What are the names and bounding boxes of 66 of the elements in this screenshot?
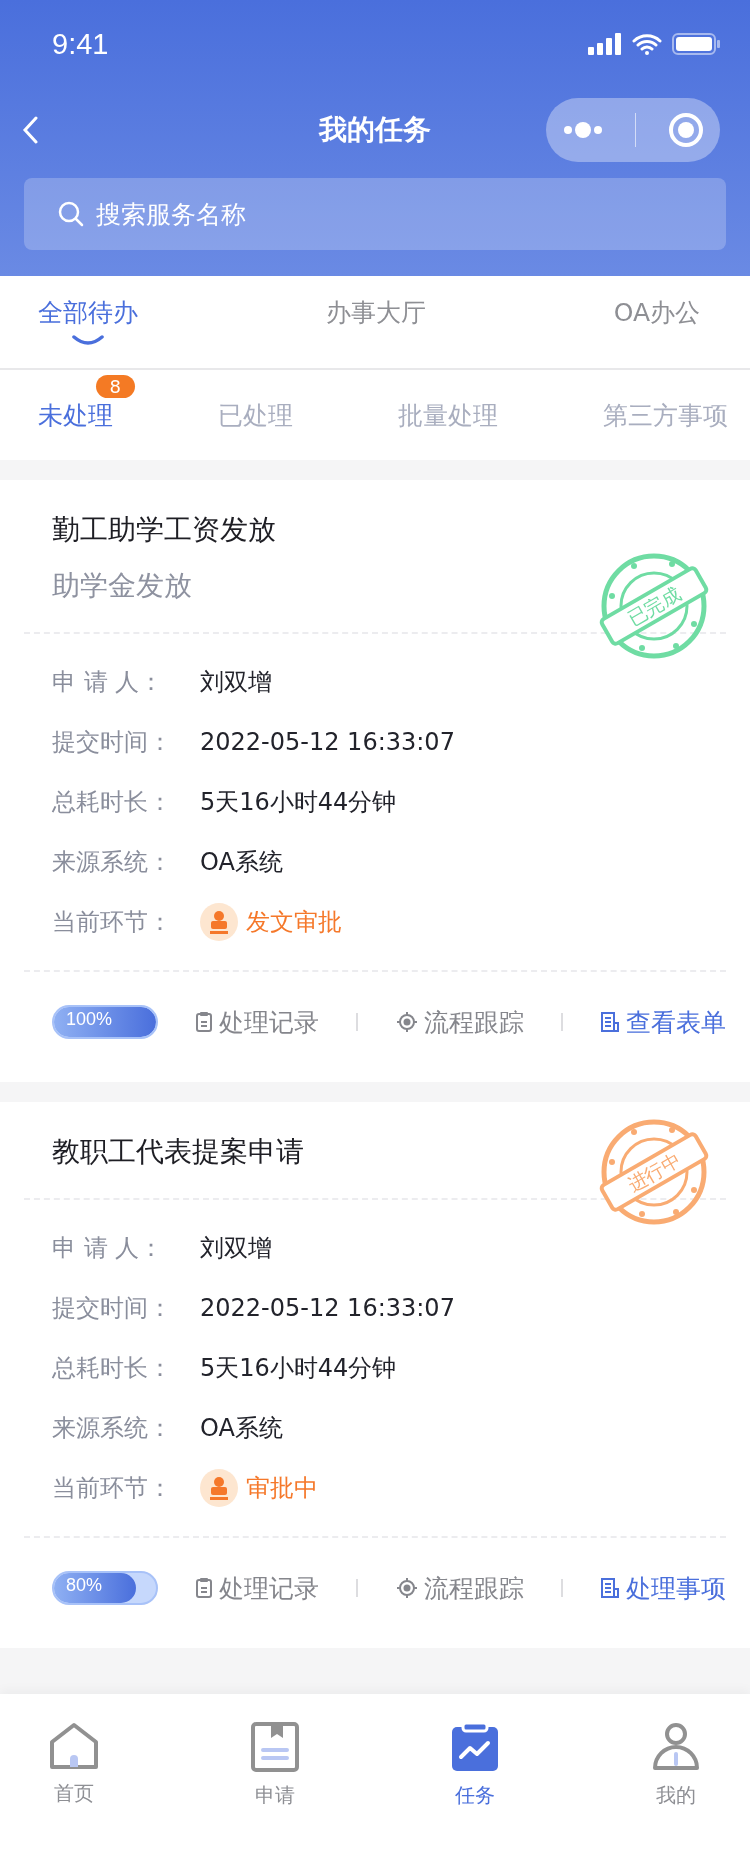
task-title: 勤工助学工资发放 [52, 512, 276, 548]
field-label: 来源系统： [52, 1413, 173, 1444]
document-icon [599, 1011, 620, 1033]
progress-label: 80% [66, 1575, 103, 1596]
clipboard-icon [195, 1011, 214, 1033]
filter-tab[interactable]: 批量处理 [398, 398, 498, 432]
field-value: OA系统 [200, 1413, 283, 1444]
field-value: 刘双增 [200, 1233, 272, 1264]
document-icon [599, 1577, 620, 1599]
clipboard-chart-icon [451, 1722, 500, 1772]
home-icon [49, 1722, 99, 1770]
clipboard-icon [195, 1577, 214, 1599]
tab[interactable]: 办事大厅 [325, 276, 426, 329]
field-value: 5天16小时44分钟 [200, 1353, 397, 1384]
target-icon [395, 1011, 418, 1033]
action-link[interactable]: 处理事项 [599, 1571, 726, 1605]
field-value: 2022-05-12 16:33:07 [200, 1294, 455, 1322]
notebook-icon [250, 1722, 299, 1772]
step-value: 审批中 [246, 1473, 318, 1504]
action-link[interactable]: 处理记录 [195, 1571, 320, 1605]
field-label: 总耗时长： [52, 787, 173, 818]
more-icon[interactable] [561, 121, 604, 139]
action-link[interactable]: 流程跟踪 [395, 1571, 524, 1605]
progress-label: 100% [66, 1009, 113, 1030]
task-title: 教职工代表提案申请 [52, 1134, 304, 1170]
field-value: 5天16小时44分钟 [200, 787, 397, 818]
stamp-person-icon [200, 1469, 238, 1507]
target-icon [395, 1577, 418, 1599]
nav-item[interactable]: 首页 [38, 1722, 110, 1807]
nav-item[interactable]: 申请 [238, 1722, 311, 1809]
signal-icon [588, 33, 622, 55]
task-subtitle: 助学金发放 [52, 568, 192, 604]
field-label: 提交时间： [52, 1293, 173, 1324]
field-label: 当前环节： [52, 907, 173, 938]
wifi-icon [632, 33, 662, 55]
back-icon[interactable] [22, 116, 38, 144]
field-label: 提交时间： [52, 727, 173, 758]
page-title: 我的任务 [319, 112, 431, 148]
nav-item[interactable]: 任务 [439, 1722, 512, 1809]
count-badge: 8 [95, 374, 135, 398]
field-value: OA系统 [200, 847, 283, 878]
field-label: 申 请 人： [52, 667, 165, 698]
stamp-person-icon [200, 903, 238, 941]
nav-item[interactable]: 我的 [639, 1722, 712, 1809]
step-value: 发文审批 [246, 907, 342, 938]
smile-indicator-icon [72, 335, 104, 345]
stamp-label: 进行中 [623, 1148, 685, 1196]
filter-tab[interactable]: 第三方事项 [603, 398, 728, 432]
field-label: 当前环节： [52, 1473, 173, 1504]
field-label: 申 请 人： [52, 1233, 165, 1264]
action-link[interactable]: 流程跟踪 [395, 1005, 524, 1039]
filter-tab[interactable]: 已处理 [218, 398, 293, 432]
field-value: 刘双增 [200, 667, 272, 698]
tab[interactable]: 全部待办 [38, 276, 138, 345]
person-icon [651, 1722, 700, 1772]
stamp-label: 已完成 [623, 582, 685, 630]
action-link[interactable]: 查看表单 [599, 1005, 726, 1039]
action-link[interactable]: 处理记录 [195, 1005, 320, 1039]
search-icon [58, 201, 84, 227]
field-label: 总耗时长： [52, 1353, 173, 1384]
field-value: 2022-05-12 16:33:07 [200, 728, 455, 756]
field-label: 来源系统： [52, 847, 173, 878]
battery-icon [672, 33, 720, 55]
tab[interactable]: OA办公 [613, 276, 700, 329]
filter-tab[interactable]: 未处理 [38, 398, 113, 432]
status-time: 9:41 [52, 27, 109, 61]
